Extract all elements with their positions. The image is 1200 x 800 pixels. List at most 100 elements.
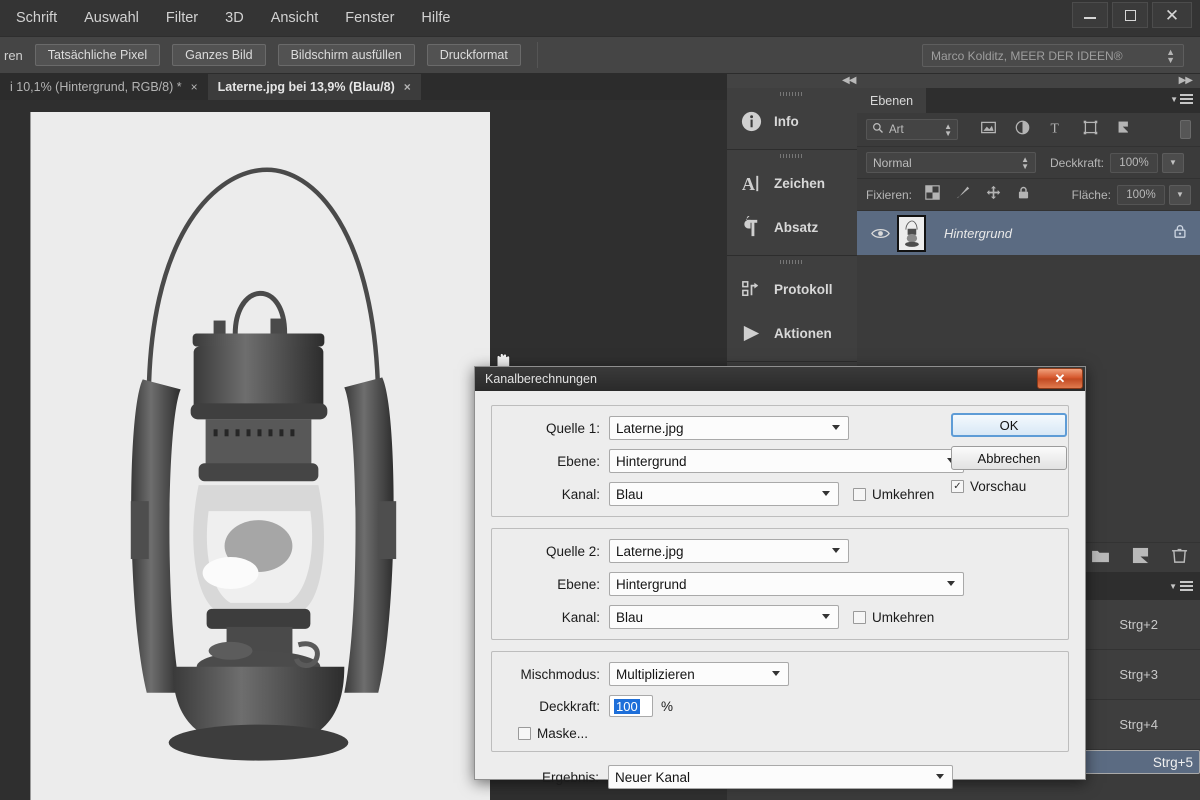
print-size-button[interactable]: Druckformat (426, 44, 521, 66)
blend-mode-select[interactable]: Multiplizieren (609, 662, 789, 686)
fill-value[interactable]: 100% (1117, 184, 1165, 205)
dialog-button-column: OK Abbrechen ✓ Vorschau (951, 413, 1067, 494)
source1-invert-checkbox[interactable]: Umkehren (853, 487, 934, 502)
source1-layer-select[interactable]: Hintergrund (609, 449, 964, 473)
source2-layer-field: Ebene: Hintergrund (504, 572, 1056, 596)
menu-item-auswahl[interactable]: Auswahl (73, 6, 150, 30)
tab-ebenen-label: Ebenen (870, 93, 914, 108)
adjustment-filter-icon[interactable] (1014, 119, 1031, 141)
mask-checkbox[interactable]: Maske... (518, 726, 588, 741)
lock-pixels-icon[interactable] (955, 184, 971, 205)
hamburger-icon[interactable] (1180, 581, 1193, 591)
filter-toggle-switch[interactable] (1180, 120, 1191, 139)
blend-mode-select[interactable]: Normal ▲ ▼ (866, 152, 1036, 173)
chevron-down-icon (947, 581, 955, 586)
maximize-button[interactable] (1112, 2, 1148, 28)
lock-all-icon[interactable] (1016, 185, 1031, 205)
lock-label: Fixieren: (866, 187, 913, 202)
document-canvas[interactable] (30, 112, 490, 800)
lock-position-icon[interactable] (986, 185, 1001, 205)
source2-invert-checkbox[interactable]: Umkehren (853, 610, 934, 625)
lock-transparency-icon[interactable] (925, 184, 940, 205)
fill-dropdown-button[interactable]: ▼ (1169, 184, 1191, 205)
expand-right-icon[interactable]: ▶▶ (1179, 75, 1193, 86)
source1-source-label: Quelle 1: (545, 420, 600, 436)
layer-filter-value: Art (889, 123, 904, 136)
user-account-select[interactable]: Marco Kolditz, MEER DER IDEEN® ▲ ▼ (922, 44, 1184, 67)
chevron-down-icon: ▼ (1169, 581, 1177, 591)
source2-source-select[interactable]: Laterne.jpg (609, 539, 849, 563)
maximize-icon (1124, 9, 1136, 21)
menu-item-ansicht[interactable]: Ansicht (260, 6, 330, 30)
source2-channel-field: Kanal: Blau Umkehren (504, 605, 1056, 629)
panel-button-info[interactable]: Info (727, 99, 857, 143)
type-filter-icon[interactable]: T (1048, 119, 1065, 141)
opacity-value[interactable]: 100% (1110, 152, 1159, 173)
menu-item-fenster[interactable]: Fenster (334, 6, 405, 30)
layer-filter-select[interactable]: Art ▲ ▼ (866, 119, 958, 140)
close-button[interactable]: ✕ (1152, 2, 1192, 28)
blend-opacity-input[interactable]: 100 (609, 695, 653, 717)
document-tab-close-icon[interactable]: × (404, 80, 411, 94)
smartobject-filter-icon[interactable] (1116, 119, 1133, 141)
source2-layer-select[interactable]: Hintergrund (609, 572, 964, 596)
source2-source-label: Quelle 2: (545, 543, 600, 559)
panel-grip[interactable] (727, 256, 857, 267)
source2-layer-value: Hintergrund (616, 576, 687, 592)
image-filter-icon[interactable] (980, 119, 997, 141)
result-select[interactable]: Neuer Kanal (608, 765, 953, 789)
document-tab-hintergrund[interactable]: i 10,1% (Hintergrund, RGB/8) * × (0, 74, 208, 100)
document-tab-close-icon[interactable]: × (191, 80, 198, 94)
layers-blend-row: Normal ▲ ▼ Deckkraft: 100% ▼ (857, 147, 1200, 179)
menu-item-filter[interactable]: Filter (155, 6, 209, 30)
menu-item-hilfe[interactable]: Hilfe (410, 6, 461, 30)
result-label: Ergebnis: (541, 769, 599, 785)
cancel-button[interactable]: Abbrechen (951, 446, 1067, 470)
panel-button-aktionen[interactable]: Aktionen (727, 311, 857, 355)
minimize-icon (1084, 17, 1096, 19)
close-icon: ✕ (1164, 5, 1180, 25)
result-field: Ergebnis: Neuer Kanal (503, 765, 1057, 789)
minimize-button[interactable] (1072, 2, 1108, 28)
menu-item-3d[interactable]: 3D (214, 6, 255, 30)
fit-screen-button[interactable]: Ganzes Bild (172, 44, 266, 66)
panel-button-absatz[interactable]: Absatz (727, 205, 857, 249)
source1-channel-select[interactable]: Blau (609, 482, 839, 506)
panel-label-zeichen: Zeichen (774, 175, 826, 191)
close-icon: ✕ (1054, 370, 1066, 386)
dialog-title-bar[interactable]: Kanalberechnungen ✕ (475, 367, 1085, 391)
shape-filter-icon[interactable] (1082, 119, 1099, 141)
tab-ebenen[interactable]: Ebenen (857, 88, 927, 113)
panel-grip[interactable] (727, 88, 857, 99)
blend-mask-field: Maske... (504, 726, 1056, 741)
delete-layer-icon[interactable] (1171, 547, 1188, 569)
menu-item-schrift[interactable]: Schrift (5, 6, 68, 30)
opacity-dropdown-button[interactable]: ▼ (1162, 152, 1185, 173)
panel-button-protokoll[interactable]: Protokoll (727, 267, 857, 311)
panel-label-protokoll: Protokoll (774, 281, 833, 297)
checkbox-box-checked: ✓ (951, 480, 964, 493)
table-row[interactable]: Hintergrund (857, 211, 1200, 256)
preview-checkbox[interactable]: ✓ Vorschau (951, 479, 1067, 494)
preview-label: Vorschau (970, 479, 1027, 494)
panel-grip[interactable] (727, 150, 857, 161)
options-truncated-label: ren (4, 47, 23, 63)
chevron-down-icon: ▼ (1170, 94, 1178, 104)
panel-button-zeichen[interactable]: A Zeichen (727, 161, 857, 205)
new-group-icon[interactable] (1091, 548, 1110, 568)
source2-channel-select[interactable]: Blau (609, 605, 839, 629)
source1-source-select[interactable]: Laterne.jpg (609, 416, 849, 440)
dialog-close-button[interactable]: ✕ (1037, 368, 1083, 389)
chevron-down-icon (832, 425, 840, 430)
panel-menu-button[interactable]: ▼ (1170, 94, 1193, 104)
dialog-title: Kanalberechnungen (485, 372, 597, 386)
new-layer-icon[interactable] (1132, 547, 1149, 569)
fill-screen-button[interactable]: Bildschirm ausfüllen (277, 44, 415, 66)
collapse-left-icon[interactable]: ◀◀ (842, 75, 856, 86)
document-tab-laterne[interactable]: Laterne.jpg bei 13,9% (Blau/8) × (207, 74, 421, 100)
blend-mode-field: Mischmodus: Multiplizieren (504, 662, 1056, 686)
actual-pixels-button[interactable]: Tatsächliche Pixel (34, 44, 161, 66)
rail-group-info: Info (727, 88, 857, 150)
layer-visibility-eye-icon[interactable] (869, 227, 891, 240)
ok-button[interactable]: OK (951, 413, 1067, 437)
